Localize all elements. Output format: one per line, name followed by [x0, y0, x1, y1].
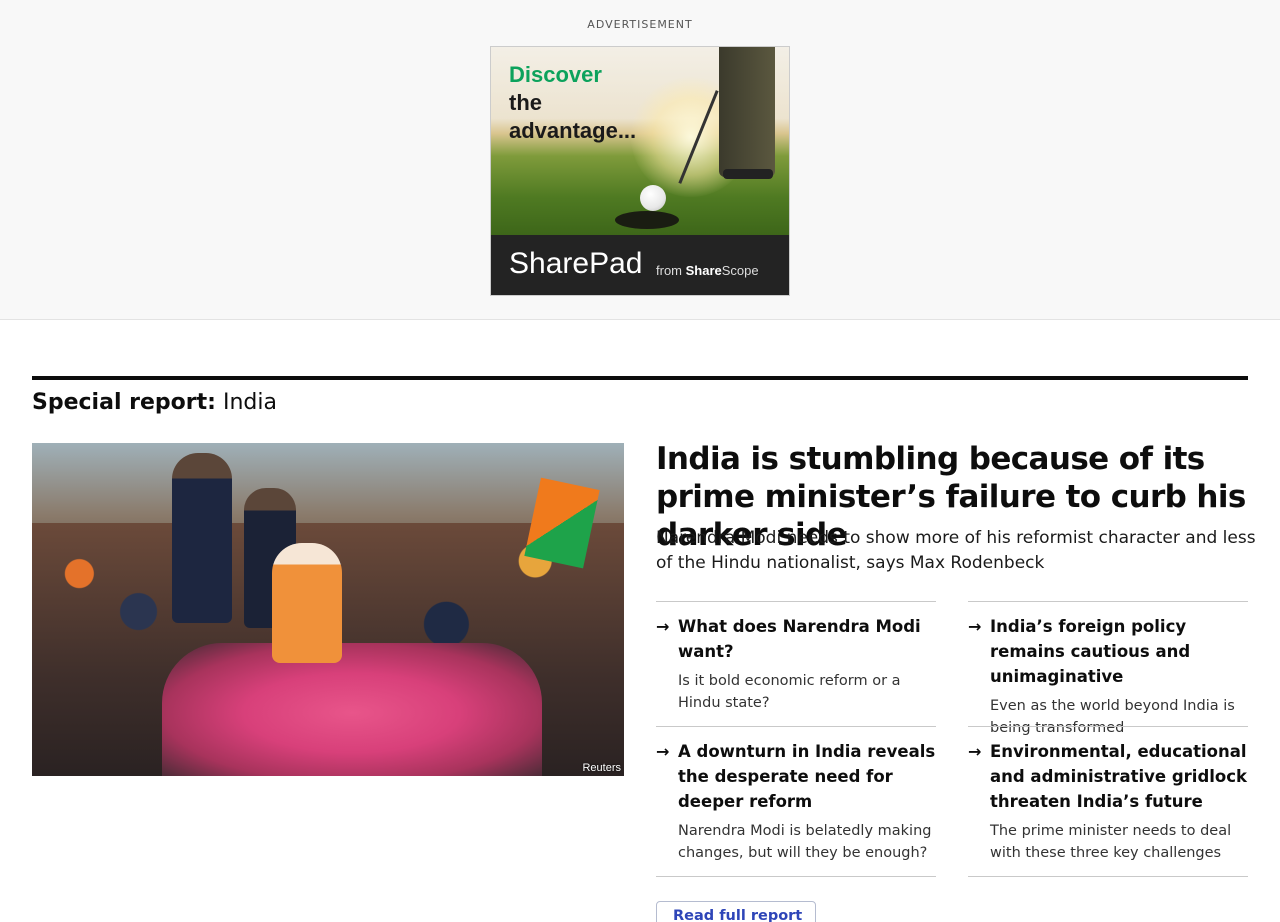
ad-footer: SharePad from ShareScope — [491, 235, 789, 295]
sharepad-logo: SharePad — [509, 247, 643, 280]
related-article-title[interactable]: Environmental, educational and administr… — [990, 739, 1248, 814]
ad-headline-line1: Discover — [509, 62, 602, 87]
lead-dek: Narendra Modi needs to show more of his … — [656, 528, 1256, 573]
ad-headline-line3: advantage... — [509, 118, 637, 143]
related-article-desc: The prime minister needs to deal with th… — [990, 823, 1232, 861]
related-article-desc: Narendra Modi is belatedly making change… — [678, 823, 932, 861]
golf-ball-icon — [640, 185, 666, 211]
advertisement-band: ADVERTISEMENT Discover the advantage... … — [0, 0, 1280, 320]
related-article[interactable]: → India’s foreign policy remains cautiou… — [968, 601, 1248, 739]
related-article-title[interactable]: What does Narendra Modi want? — [678, 614, 936, 664]
ad-headline: Discover the advantage... — [509, 61, 636, 145]
related-article-title[interactable]: India’s foreign policy remains cautious … — [990, 614, 1248, 689]
sharescope-attribution: from ShareScope — [656, 263, 759, 278]
arrow-right-icon: → — [968, 617, 982, 636]
section-divider — [32, 376, 1248, 380]
related-article-title[interactable]: A downturn in India reveals the desperat… — [678, 739, 936, 814]
arrow-right-icon: → — [656, 617, 670, 636]
section-title[interactable]: Special report: India — [32, 390, 277, 415]
sharepad-ad-banner[interactable]: Discover the advantage... SharePad from … — [490, 46, 790, 296]
related-article[interactable]: → A downturn in India reveals the desper… — [656, 726, 936, 877]
read-full-report-button[interactable]: Read full report → — [656, 901, 816, 922]
arrow-right-icon: → — [968, 742, 982, 761]
related-article[interactable]: → What does Narendra Modi want? Is it bo… — [656, 601, 936, 714]
image-credit: Reuters — [582, 762, 621, 774]
arrow-right-icon: → — [656, 742, 670, 761]
related-article-desc: Is it bold economic reform or a Hindu st… — [678, 673, 901, 711]
advertisement-label: ADVERTISEMENT — [587, 18, 693, 31]
ad-headline-line2: the — [509, 90, 542, 115]
section-title-topic: India — [222, 390, 277, 415]
related-article[interactable]: → Environmental, educational and adminis… — [968, 726, 1248, 877]
section-title-label: Special report: — [32, 390, 216, 415]
hero-image[interactable]: Reuters — [32, 443, 624, 776]
